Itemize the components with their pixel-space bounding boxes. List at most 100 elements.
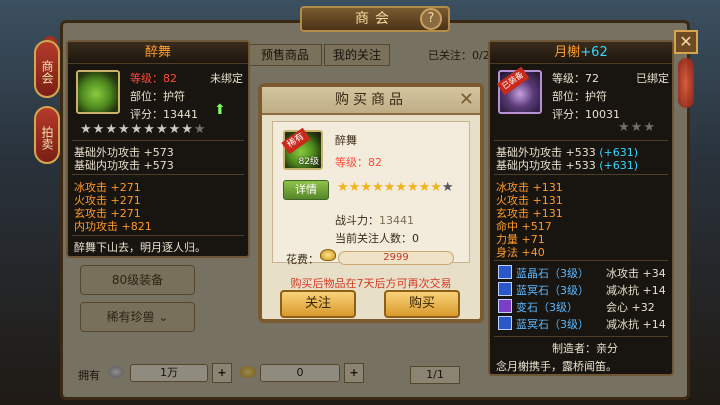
- star-icon: ★: [630, 120, 644, 135]
- cost-label: 花费：: [286, 253, 319, 266]
- divider: [494, 140, 668, 141]
- item-tooltip-right: 月榭+62 已装备 等级：72 已绑定 部位：护符 评分：10031 ★★★ 基…: [488, 40, 674, 376]
- item-level-tag: 82级: [298, 157, 319, 167]
- base-stat: 基础内功攻击 +573: [74, 159, 174, 172]
- gem-icon: [498, 316, 512, 330]
- level-text: 等级：72: [552, 72, 599, 85]
- side-tab-shop[interactable]: 商会: [34, 40, 60, 98]
- page-indicator: 1/1: [410, 366, 460, 384]
- bind-status: 已绑定: [636, 72, 669, 85]
- star-icon: ★: [406, 180, 419, 195]
- gem-effect: 会心 +32: [606, 301, 655, 314]
- star-icon: ★: [105, 122, 118, 137]
- lantern-decoration: [678, 58, 694, 108]
- star-icon: ★: [168, 122, 182, 137]
- item-tooltip-left: 醉舞 等级：82 未绑定 部位：护符 评分：13441 ⬆ ★★★★★★★★★★…: [66, 40, 250, 258]
- star-rating: ★★★: [618, 120, 656, 135]
- score-row: 评分：13441: [130, 108, 198, 121]
- tab-my-follows[interactable]: 我的关注: [324, 44, 390, 66]
- gem-icon: [498, 282, 512, 296]
- help-icon[interactable]: ?: [420, 8, 442, 30]
- equipped-badge: 已装备: [496, 66, 530, 96]
- slot-text: 部位：护符: [130, 90, 185, 103]
- star-icon: ★: [130, 122, 144, 137]
- base-stat: 基础内功攻击 +533 (+631): [496, 159, 639, 172]
- item-icon-amulet: 稀有 82级: [281, 127, 323, 170]
- gem-icon: [498, 299, 512, 313]
- star-icon: ★: [337, 180, 349, 195]
- tab-presale[interactable]: 预售商品: [248, 44, 322, 66]
- have-label: 拥有: [78, 369, 100, 382]
- gem-name: 蓝晶石（3级）: [516, 267, 589, 280]
- gold-icon: [240, 366, 256, 378]
- divider: [72, 174, 244, 175]
- gem-icon: [498, 265, 512, 279]
- star-icon: ★: [155, 122, 169, 137]
- buy-button[interactable]: 购买: [384, 290, 460, 318]
- star-icon: ★: [395, 180, 407, 195]
- detail-button[interactable]: 详情: [283, 180, 329, 200]
- power-row: 战斗力：13441: [335, 214, 414, 227]
- slot-text: 部位：护符: [552, 90, 607, 103]
- upgrade-arrow-icon: ⬆: [214, 102, 226, 118]
- divider: [494, 336, 668, 337]
- watchers-row: 当前关注人数：0: [335, 232, 419, 245]
- star-icon: ★: [117, 122, 131, 137]
- star-icon: ★: [618, 120, 631, 135]
- gem-effect: 减冰抗 +14: [606, 284, 666, 297]
- rare-badge: 稀有: [281, 127, 311, 155]
- equipped-item-title: 月榭+62: [490, 42, 672, 64]
- star-icon: ★: [383, 180, 396, 195]
- purchase-dialog: 购买商品 ✕ 稀有 82级 醉舞 等级：82 详情 ★★★★★★★★★★ 战斗力…: [258, 83, 484, 323]
- item-name: 醉舞: [335, 134, 357, 147]
- category-rare-pet[interactable]: 稀有珍兽 ⌄: [80, 302, 195, 332]
- item-icon-amulet: [76, 70, 120, 114]
- star-icon: ★: [360, 180, 372, 195]
- dialog-title: 购买商品: [262, 87, 480, 115]
- star-icon: ★: [143, 122, 156, 137]
- enhance-level: +62: [580, 45, 608, 60]
- follow-button[interactable]: 关注: [280, 290, 356, 318]
- add-silver-button[interactable]: +: [212, 363, 232, 383]
- divider: [72, 140, 244, 141]
- maker-text: 制造者：亲分: [552, 342, 618, 355]
- cost-value: 2999: [338, 251, 454, 265]
- star-icon: ★: [181, 122, 194, 137]
- chevron-down-icon: ⌄: [158, 310, 169, 324]
- star-icon: ★: [348, 180, 361, 195]
- side-tab-auction[interactable]: 拍卖: [34, 106, 60, 164]
- level-row: 等级：82: [335, 156, 382, 169]
- star-icon: ★: [441, 180, 454, 195]
- gold-amount: 0: [260, 364, 340, 382]
- trade-notice: 购买后物品在7天后方可再次交易: [290, 277, 452, 290]
- star-icon: ★: [371, 180, 384, 195]
- divider: [494, 260, 668, 261]
- gold-ingot-icon: [320, 249, 336, 261]
- star-icon: ★: [418, 180, 431, 195]
- close-dialog-button[interactable]: ✕: [459, 91, 474, 109]
- gem-name: 变石（3级）: [516, 301, 578, 314]
- gem-effect: 冰攻击 +34: [606, 267, 666, 280]
- close-shop-button[interactable]: ✕: [674, 30, 698, 54]
- star-icon: ★: [92, 122, 106, 137]
- category-label: 稀有珍兽: [106, 310, 155, 324]
- silver-icon: [108, 366, 124, 378]
- score-text: 评分：10031: [552, 108, 620, 121]
- item-name: 醉舞: [68, 42, 248, 64]
- item-icon-amulet: 已装备: [496, 66, 542, 114]
- divider: [72, 235, 244, 236]
- add-gold-button[interactable]: +: [344, 363, 364, 383]
- star-rating: ★★★★★★★★★★: [80, 122, 207, 137]
- follow-count: 已关注：0/20: [428, 49, 497, 62]
- star-icon: ★: [643, 120, 656, 135]
- item-detail-panel: 稀有 82级 醉舞 等级：82 详情 ★★★★★★★★★★ 战斗力：13441 …: [272, 121, 470, 263]
- category-80-equip[interactable]: 80级装备: [80, 265, 195, 295]
- bind-status: 未绑定: [210, 72, 243, 85]
- gem-effect: 减冰抗 +14: [606, 318, 666, 331]
- item-name: 月榭: [554, 45, 581, 60]
- attr-stat: 身法 +40: [496, 246, 545, 259]
- star-icon: ★: [193, 122, 207, 137]
- star-icon: ★: [80, 122, 93, 137]
- item-description: 醉舞下山去，明月逐人归。: [74, 241, 206, 254]
- star-rating: ★★★★★★★★★★: [337, 180, 454, 195]
